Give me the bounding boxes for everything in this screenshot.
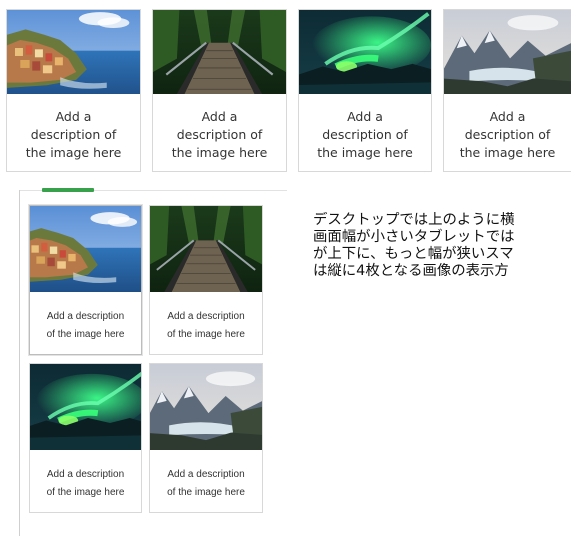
caption-line: the image here xyxy=(171,145,268,161)
forest-bridge-photo xyxy=(150,206,262,292)
forest-bridge-photo xyxy=(153,10,286,94)
caption-line: of the image here xyxy=(46,486,125,498)
card-caption: Add a description of the image here xyxy=(154,466,258,501)
tablet-card-2[interactable]: Add a description of the image here xyxy=(149,205,263,355)
caption-line: Add a description xyxy=(46,311,125,322)
caption-line: description of xyxy=(30,127,117,143)
caption-line: of the image here xyxy=(167,486,245,498)
layout-explanation-text: デスクトップでは上のように横 画面幅が小さいタブレットでは が上下に、もっと幅が… xyxy=(313,212,571,280)
coastal-village-photo xyxy=(7,10,140,94)
card-caption: Add a description of the image here xyxy=(154,308,258,343)
tablet-card-4[interactable]: Add a description of the image here xyxy=(149,363,263,513)
caption-line: Add a description xyxy=(167,469,245,480)
mountain-lake-photo xyxy=(444,10,571,94)
caption-line: the image here xyxy=(25,145,122,161)
gallery-card-4[interactable]: Add a description of the image here xyxy=(443,9,571,172)
caption-line: Add a xyxy=(347,109,383,124)
card-caption: Add a description of the image here xyxy=(11,108,136,162)
caption-line: Add a description xyxy=(167,311,245,322)
caption-line: description of xyxy=(176,127,263,143)
caption-line: Add a xyxy=(489,109,526,124)
card-caption: Add a description of the image here xyxy=(444,108,571,162)
aurora-photo xyxy=(30,364,141,450)
caption-line: Add a xyxy=(55,109,92,124)
tablet-frame-left-border xyxy=(19,190,20,536)
tablet-card-3[interactable]: Add a description of the image here xyxy=(29,363,142,513)
progress-accent-bar xyxy=(42,188,94,192)
card-caption: Add a description of the image here xyxy=(34,466,137,501)
caption-line: description of xyxy=(322,127,408,143)
caption-line: Add a description xyxy=(46,469,125,480)
card-caption: Add a description of the image here xyxy=(157,108,282,162)
explanation-line: が上下に、もっと幅が狭いスマ xyxy=(313,246,514,262)
card-caption: Add a description of the image here xyxy=(34,308,137,343)
gallery-card-3[interactable]: Add a description of the image here xyxy=(298,9,432,172)
caption-line: the image here xyxy=(317,145,413,161)
aurora-photo xyxy=(299,10,431,94)
explanation-line: 画面幅が小さいタブレットでは xyxy=(313,229,515,245)
caption-line: description of xyxy=(464,127,551,143)
gallery-card-2[interactable]: Add a description of the image here xyxy=(152,9,287,172)
card-caption: Add a description of the image here xyxy=(303,108,427,162)
explanation-line: は縦に4枚となる画像の表示方 xyxy=(313,263,509,279)
tablet-card-1[interactable]: Add a description of the image here xyxy=(29,205,142,355)
gallery-card-1[interactable]: Add a description of the image here xyxy=(6,9,141,172)
caption-line: of the image here xyxy=(167,328,245,340)
coastal-village-photo xyxy=(30,206,141,292)
caption-line: the image here xyxy=(459,145,556,161)
explanation-line: デスクトップでは上のように横 xyxy=(313,212,515,228)
caption-line: Add a xyxy=(201,109,238,124)
caption-line: of the image here xyxy=(46,328,125,340)
mountain-lake-photo xyxy=(150,364,262,450)
